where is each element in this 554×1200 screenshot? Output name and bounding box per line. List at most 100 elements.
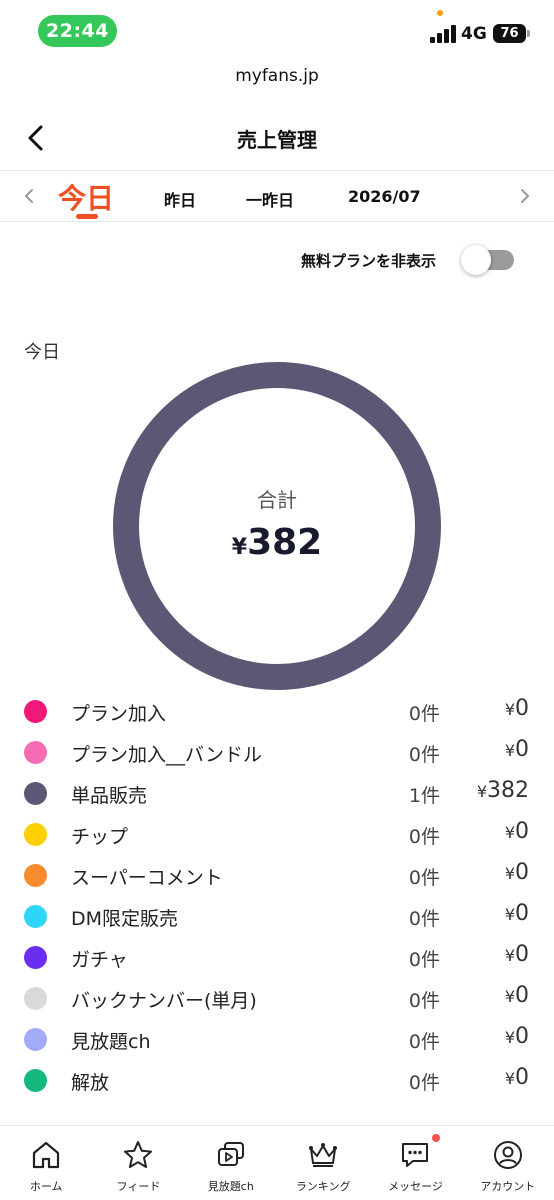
signal-icon (430, 25, 456, 43)
item-count: 0件 (408, 990, 440, 1012)
nav-account[interactable]: アカウント (462, 1126, 554, 1200)
item-name: チップ (71, 826, 129, 848)
crown-icon (306, 1138, 340, 1172)
item-amount-value: 0 (515, 860, 529, 885)
item-amount-value: 0 (515, 1065, 529, 1090)
item-amount: ¥0 (505, 942, 529, 967)
item-amount-value: 0 (515, 1024, 529, 1049)
legend-dot (24, 946, 47, 969)
browser-url[interactable]: myfans.jp (0, 66, 554, 86)
item-amount: ¥0 (505, 983, 529, 1008)
legend-dot (24, 700, 47, 723)
total-amount: 382 (247, 522, 323, 563)
legend-dot (24, 905, 47, 928)
nav-label: アカウント (480, 1180, 536, 1193)
item-amount: ¥0 (505, 901, 529, 926)
item-currency: ¥ (504, 700, 515, 719)
item-currency: ¥ (504, 1028, 515, 1047)
list-item: 単品販売 1件 ¥382 (0, 772, 554, 813)
item-name: プラン加入__バンドル (71, 744, 262, 766)
item-currency: ¥ (504, 864, 515, 883)
item-amount-value: 0 (515, 696, 529, 721)
item-amount: ¥0 (505, 860, 529, 885)
item-currency: ¥ (504, 946, 515, 965)
item-count: 0件 (408, 1072, 440, 1094)
item-amount: ¥0 (505, 1024, 529, 1049)
item-amount-value: 0 (515, 983, 529, 1008)
item-count: 0件 (408, 826, 440, 848)
home-icon (29, 1138, 63, 1172)
item-currency: ¥ (476, 782, 487, 801)
tab-active-indicator (76, 214, 98, 219)
item-name: スーパーコメント (71, 867, 223, 889)
legend-dot (24, 1028, 47, 1051)
total-label: 合計 (257, 488, 297, 512)
item-name: 解放 (71, 1072, 110, 1094)
battery-icon: 76 (493, 24, 526, 43)
item-currency: ¥ (504, 741, 515, 760)
hide-free-plan-row: 無料プランを非表示 (0, 244, 554, 276)
tab-today[interactable]: 今日 (58, 177, 114, 217)
item-name: ガチャ (71, 949, 128, 971)
page-title: 売上管理 (237, 128, 317, 152)
legend-dot (24, 741, 47, 764)
hide-free-plan-label: 無料プランを非表示 (300, 252, 436, 270)
item-count: 0件 (408, 1031, 440, 1053)
list-item: 見放題ch 0件 ¥0 (0, 1018, 554, 1059)
nav-label: フィード (116, 1180, 161, 1193)
user-circle-icon (491, 1138, 525, 1172)
item-name: 見放題ch (71, 1031, 151, 1053)
battery-level: 76 (500, 26, 519, 41)
star-icon (121, 1138, 155, 1172)
item-count: 0件 (408, 744, 440, 766)
item-count: 0件 (408, 908, 440, 930)
list-item: プラン加入__バンドル 0件 ¥0 (0, 731, 554, 772)
item-name: プラン加入 (71, 703, 167, 725)
chevron-right-icon (521, 189, 530, 203)
tab-yesterday[interactable]: 昨日 (164, 187, 196, 211)
tab-day-before[interactable]: 一昨日 (246, 187, 294, 211)
battery-cap (527, 30, 530, 37)
legend-dot (24, 823, 47, 846)
nav-home[interactable]: ホーム (0, 1126, 92, 1200)
nav-message[interactable]: メッセージ (369, 1126, 461, 1200)
item-currency: ¥ (504, 823, 515, 842)
list-item: 解放 0件 ¥0 (0, 1059, 554, 1100)
legend-dot (24, 1069, 47, 1092)
item-amount-value: 0 (515, 819, 529, 844)
item-name: 単品販売 (71, 785, 148, 807)
legend-dot (24, 864, 47, 887)
item-currency: ¥ (504, 987, 515, 1006)
item-count: 0件 (408, 949, 440, 971)
item-name: DM限定販売 (71, 908, 179, 930)
nav-label: メッセージ (388, 1180, 443, 1193)
nav-ranking[interactable]: ランキング (277, 1126, 369, 1200)
nav-label: 見放題ch (207, 1180, 254, 1193)
video-stack-icon (214, 1138, 248, 1172)
item-name: バックナンバー(単月) (71, 990, 257, 1012)
item-amount: ¥0 (505, 819, 529, 844)
item-amount: ¥382 (477, 778, 529, 803)
unread-badge (432, 1134, 441, 1142)
chevron-left-icon (24, 189, 33, 203)
item-count: 0件 (408, 703, 440, 725)
tabs-prev-button[interactable] (16, 183, 42, 209)
item-amount: ¥0 (505, 1065, 529, 1090)
nav-feed[interactable]: フィード (92, 1126, 184, 1200)
nav-label: ランキング (295, 1180, 351, 1193)
item-count: 0件 (408, 867, 440, 889)
nav-unlimited-ch[interactable]: 見放題ch (185, 1126, 277, 1200)
date-tabs: 今日 昨日 一昨日 2026/07 (0, 170, 554, 222)
list-item: プラン加入 0件 ¥0 (0, 690, 554, 731)
item-amount-value: 0 (515, 901, 529, 926)
item-amount-value: 382 (487, 778, 529, 803)
item-amount-value: 0 (515, 942, 529, 967)
item-count: 1件 (408, 785, 440, 807)
hide-free-plan-toggle[interactable] (461, 245, 514, 275)
status-bar: 22:44 4G 76 (0, 0, 554, 60)
item-amount: ¥0 (505, 696, 529, 721)
tab-month[interactable]: 2026/07 (348, 187, 421, 206)
item-currency: ¥ (504, 905, 515, 924)
tabs-next-button[interactable] (512, 183, 538, 209)
chat-icon (398, 1138, 432, 1172)
